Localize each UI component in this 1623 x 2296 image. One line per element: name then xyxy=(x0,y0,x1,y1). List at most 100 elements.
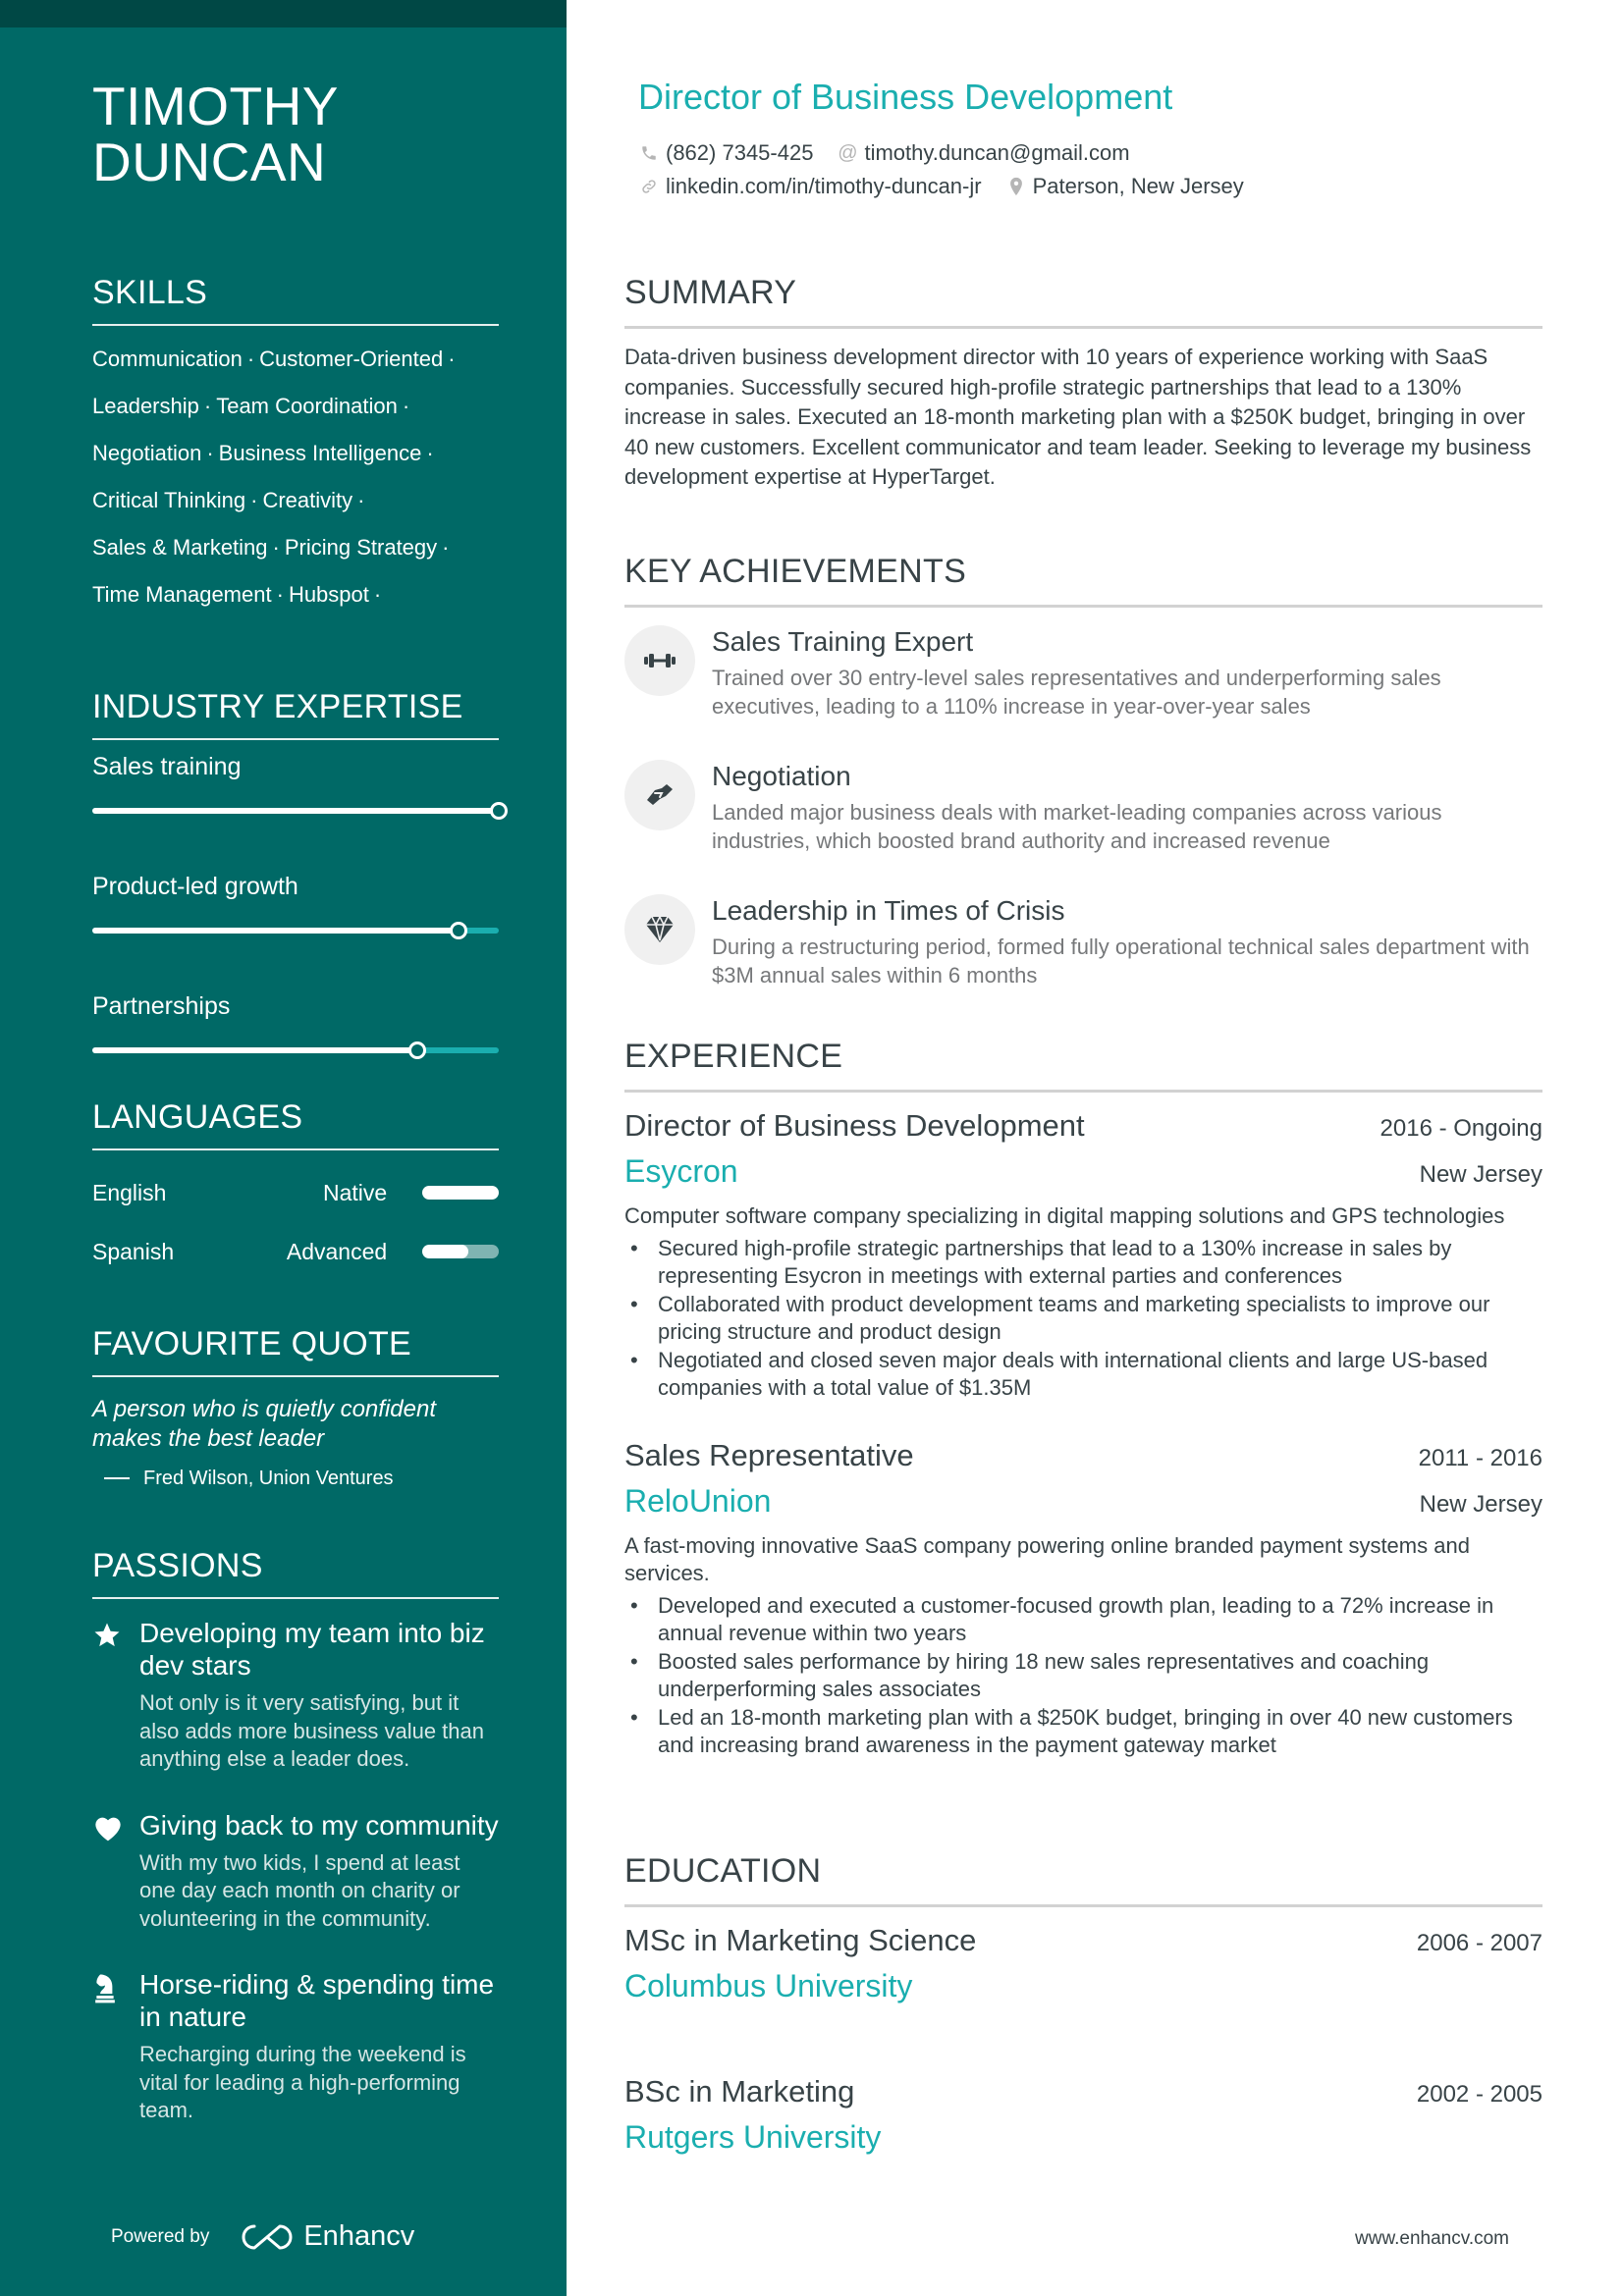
link-icon xyxy=(638,176,660,197)
experience-entry: Sales Representative 2011 - 2016 ReloUnion… xyxy=(624,1436,1542,1760)
entry-header: BSc in Marketing 2002 - 2005 xyxy=(624,2072,1542,2111)
skill-tag: Pricing Strategy xyxy=(284,535,438,560)
passion-item: Giving back to my community With my two k… xyxy=(92,1809,499,1934)
separator-dot: · xyxy=(357,488,365,512)
skill-tag: Business Intelligence xyxy=(218,441,422,465)
job-dates: 2011 - 2016 xyxy=(1418,1444,1542,1471)
experience-entry: Director of Business Development 2016 - O… xyxy=(624,1106,1542,1403)
enhancv-brand: Enhancv xyxy=(303,2220,415,2252)
expertise-list: Sales training Product-led growth Partners… xyxy=(92,752,508,1060)
footer-url[interactable]: www.enhancv.com xyxy=(1355,2228,1509,2250)
language-proficiency-fill xyxy=(422,1245,468,1258)
slider-fill xyxy=(92,928,459,934)
summary-section: SUMMARY Data-driven business development… xyxy=(624,273,1542,493)
name-first: TIMOTHY xyxy=(92,76,339,136)
divider xyxy=(92,324,499,326)
entry-header: MSc in Marketing Science 2006 - 2007 xyxy=(624,1921,1542,1960)
summary-text: Data-driven business development directo… xyxy=(624,345,1532,489)
bullet-item: Developed and executed a customer-focuse… xyxy=(624,1592,1542,1648)
industry-expertise-section: INDUSTRY EXPERTISE Sales training Product… xyxy=(92,687,508,1111)
divider xyxy=(92,1148,499,1150)
skill-line: Leadership · Team Coordination · xyxy=(92,383,499,430)
bullet-item: Secured high-profile strategic partnersh… xyxy=(624,1235,1542,1291)
divider xyxy=(92,738,499,740)
skill-tag: Communication xyxy=(92,347,243,371)
achievements-section: KEY ACHIEVEMENTS Sales Training Expert Tr… xyxy=(624,552,1542,989)
passion-title: Giving back to my community xyxy=(139,1809,499,1841)
job-location: New Jersey xyxy=(1419,1490,1542,1518)
sidebar-top-bar xyxy=(0,0,567,27)
linkedin[interactable]: linkedin.com/in/timothy-duncan-jr xyxy=(638,174,982,199)
skill-tag: Creativity xyxy=(262,488,353,512)
job-role: Sales Representative xyxy=(624,1437,914,1472)
separator-dot: · xyxy=(402,394,410,418)
skills-list: Communication · Customer-Oriented · Leadersh… xyxy=(92,336,499,618)
summary-title: SUMMARY xyxy=(624,274,797,311)
education-entry: MSc in Marketing Science 2006 - 2007 Colum… xyxy=(624,1921,1542,2005)
email[interactable]: @ timothy.duncan@gmail.com xyxy=(837,140,1129,166)
phone[interactable]: (862) 7345-425 xyxy=(638,140,813,166)
slider-knob xyxy=(449,922,467,939)
language-name: English xyxy=(92,1179,167,1205)
skill-tag: Sales & Marketing xyxy=(92,535,268,560)
company-name[interactable]: ReloUnion xyxy=(624,1481,771,1521)
languages-title: LANGUAGES xyxy=(92,1098,303,1136)
degree: MSc in Marketing Science xyxy=(624,1923,977,1957)
separator-dot: · xyxy=(448,347,456,371)
school-name[interactable]: Columbus University xyxy=(624,1966,1542,2005)
expertise-label: Partnerships xyxy=(92,992,231,1020)
achievement-description: Trained over 30 entry-level sales repres… xyxy=(712,666,1441,719)
divider xyxy=(92,1375,499,1377)
passion-title: Horse-riding & spending time in nature xyxy=(139,1969,495,2032)
industry-expertise-title: INDUSTRY EXPERTISE xyxy=(92,688,463,725)
education-title: EDUCATION xyxy=(624,1852,822,1890)
enhancv-logo[interactable]: Enhancv xyxy=(241,2220,414,2253)
achievement-title: Leadership in Times of Crisis xyxy=(712,895,1065,926)
bullet-item: Negotiated and closed seven major deals … xyxy=(624,1347,1542,1403)
quote-author-name: Fred Wilson, Union Ventures xyxy=(143,1468,394,1489)
slider-knob xyxy=(490,802,508,820)
school-name[interactable]: Rutgers University xyxy=(624,2117,1542,2157)
enhancv-logo-icon xyxy=(242,2224,293,2249)
separator-dot: · xyxy=(246,347,255,371)
language-proficiency-bar xyxy=(422,1245,499,1258)
language-level: Advanced xyxy=(286,1238,388,1264)
skill-tag: Hubspot xyxy=(288,582,369,607)
education-dates: 2006 - 2007 xyxy=(1416,1930,1542,1956)
languages-section: LANGUAGES English Native Spanish Advanced xyxy=(92,1097,499,1268)
passion-item: Developing my team into biz dev stars Not… xyxy=(92,1617,499,1774)
skill-tag: Team Coordination xyxy=(216,394,398,418)
expertise-level-slider xyxy=(92,921,499,940)
skill-line: Sales & Marketing · Pricing Strategy · xyxy=(92,524,499,571)
achievements-title: KEY ACHIEVEMENTS xyxy=(624,553,967,590)
contact-row: (862) 7345-425 @ timothy.duncan@gmail.co… xyxy=(638,137,1268,169)
entry-subheader: ReloUnion New Jersey xyxy=(624,1481,1542,1521)
education-dates: 2002 - 2005 xyxy=(1416,2081,1542,2108)
skill-tag: Critical Thinking xyxy=(92,488,246,512)
name-last: DUNCAN xyxy=(92,132,327,192)
divider xyxy=(92,1597,499,1599)
job-location: New Jersey xyxy=(1419,1161,1542,1188)
linkedin-value: linkedin.com/in/timothy-duncan-jr xyxy=(666,174,982,198)
separator-dot: · xyxy=(203,394,212,418)
passion-title: Developing my team into biz dev stars xyxy=(139,1618,485,1681)
phone-icon xyxy=(638,142,660,164)
skill-tag: Negotiation xyxy=(92,441,202,465)
expertise-item: Sales training xyxy=(92,752,508,821)
slider-fill xyxy=(92,1047,418,1053)
bullet-item: Collaborated with product development te… xyxy=(624,1291,1542,1347)
separator-dot: · xyxy=(250,488,258,512)
language-proficiency-bar xyxy=(422,1186,499,1200)
education-entry: BSc in Marketing 2002 - 2005 Rutgers Unive… xyxy=(624,2072,1542,2157)
powered-by: Powered by Enhancv xyxy=(111,2220,414,2253)
company-name[interactable]: Esycron xyxy=(624,1151,738,1191)
skill-tag: Customer-Oriented xyxy=(259,347,444,371)
divider xyxy=(624,1090,1542,1093)
achievement-body: Negotiation Landed major business deals w… xyxy=(712,760,1542,855)
languages-list: English Native Spanish Advanced xyxy=(92,1176,499,1268)
achievement-description: During a restructuring period, formed fu… xyxy=(712,934,1530,988)
language-item: Spanish Advanced xyxy=(92,1235,499,1268)
diamond-icon xyxy=(624,894,695,965)
expertise-label: Product-led growth xyxy=(92,873,298,900)
expertise-item: Partnerships xyxy=(92,991,499,1060)
